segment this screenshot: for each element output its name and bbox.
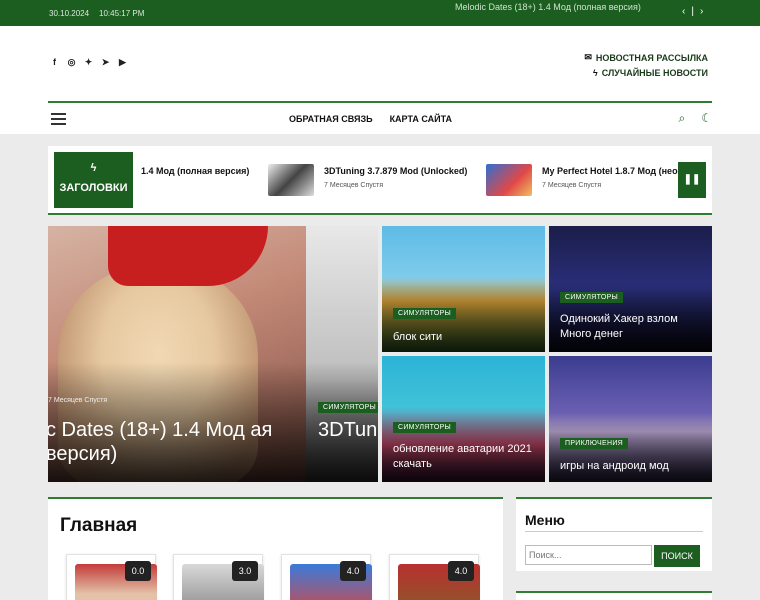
nav-item-feedback[interactable]: ОБРАТНАЯ СВЯЗЬ xyxy=(289,114,373,124)
category-badge[interactable]: СИМУЛЯТОРЫ xyxy=(393,422,457,433)
site-header: f ◎ ✦ ➤ ▶ ✉ НОВОСТНАЯ РАССЫЛКА ϟ СЛУЧАЙН… xyxy=(0,26,760,134)
headline-item[interactable]: My Perfect Hotel 1.8.7 Мод (неог 7 Месяц… xyxy=(486,164,681,196)
post-title[interactable]: блок сити xyxy=(393,330,538,345)
headlines-label: ϟ ЗАГОЛОВКИ xyxy=(54,152,133,208)
post-card[interactable]: ПРИКЛЮЧЕНИЯ игры на андроид мод xyxy=(549,356,712,482)
youtube-icon[interactable]: ▶ xyxy=(118,58,127,67)
featured-title[interactable]: c Dates (18+) 1.4 Мод ая версия) xyxy=(48,418,306,466)
rating-badge: 4.0 xyxy=(448,561,474,581)
post-title[interactable]: игры на андроид мод xyxy=(560,459,705,474)
current-time: 10:45:17 PM xyxy=(99,9,145,18)
game-card[interactable]: 3.0 xyxy=(173,554,264,600)
nav-tools: ⌕ ☾ xyxy=(679,111,713,126)
headline-title: 3DTuning 3.7.879 Mod (Unlocked) xyxy=(324,166,468,176)
hamburger-menu-icon[interactable] xyxy=(51,113,66,125)
random-news-label: СЛУЧАЙНЫЕ НОВОСТИ xyxy=(601,68,708,78)
nav-item-sitemap[interactable]: КАРТА САЙТА xyxy=(390,114,452,124)
headline-title: 1.4 Мод (полная версия) xyxy=(141,166,250,176)
category-badge[interactable]: СИМУЛЯТОРЫ xyxy=(318,402,378,413)
game-card[interactable]: 4.0 xyxy=(281,554,372,600)
category-badge[interactable]: СИМУЛЯТОРЫ xyxy=(393,308,457,319)
newsletter-label: НОВОСТНАЯ РАССЫЛКА xyxy=(595,52,708,63)
social-links: f ◎ ✦ ➤ ▶ xyxy=(50,58,127,67)
main-navigation: ОБРАТНАЯ СВЯЗЬ КАРТА САЙТА ⌕ ☾ xyxy=(48,101,712,134)
featured-title-second[interactable]: 3DTuni (Unloc xyxy=(318,418,378,442)
post-card[interactable]: СИМУЛЯТОРЫ обновление аватарии 2021 скач… xyxy=(382,356,545,482)
twitter-icon[interactable]: ✦ xyxy=(84,58,93,67)
post-card[interactable]: СИМУЛЯТОРЫ блок сити xyxy=(382,226,545,352)
ticker-separator: | xyxy=(691,6,694,17)
ticker-next-button[interactable]: › xyxy=(700,6,703,17)
facebook-icon[interactable]: f xyxy=(50,58,59,67)
telegram-icon[interactable]: ➤ xyxy=(101,58,110,67)
pause-icon[interactable]: ❚❚ xyxy=(678,162,706,198)
ticker-prev-button[interactable]: ‹ xyxy=(682,6,685,17)
sidebar-widget xyxy=(516,591,712,600)
news-ticker-link[interactable]: Melodic Dates (18+) 1.4 Мод (полная верс… xyxy=(455,2,641,12)
rating-badge: 4.0 xyxy=(340,561,366,581)
current-date: 30.10.2024 xyxy=(49,9,90,18)
headline-thumbnail xyxy=(268,164,314,196)
category-badge[interactable]: СИМУЛЯТОРЫ xyxy=(560,292,624,303)
headline-item[interactable]: 1.4 Мод (полная версия) xyxy=(141,164,249,196)
headlines-items: 1.4 Мод (полная версия) 3DTuning 3.7.879… xyxy=(48,164,712,196)
instagram-icon[interactable]: ◎ xyxy=(67,58,76,67)
headline-meta: 7 Месяцев Спустя xyxy=(542,182,602,189)
headline-item[interactable]: 3DTuning 3.7.879 Mod (Unlocked) 7 Месяце… xyxy=(268,164,467,196)
rating-badge: 3.0 xyxy=(232,561,258,581)
post-card[interactable]: СИМУЛЯТОРЫ Одинокий Хакер взлом Много де… xyxy=(549,226,712,352)
dark-mode-moon-icon[interactable]: ☾ xyxy=(701,111,712,126)
sidebar-menu-widget: Меню ПОИСК xyxy=(516,497,712,571)
post-title[interactable]: Одинокий Хакер взлом Много денег xyxy=(560,312,705,342)
post-title[interactable]: обновление аватарии 2021 скачать xyxy=(393,442,538,472)
headlines-ticker: ϟ ЗАГОЛОВКИ 1.4 Мод (полная версия) 3DTu… xyxy=(48,146,712,215)
featured-slider[interactable]: 7 Месяцев Спустя c Dates (18+) 1.4 Мод а… xyxy=(48,226,378,482)
game-card[interactable]: 0.0 xyxy=(66,554,157,600)
sidebar-title: Меню xyxy=(525,512,565,528)
headline-title: My Perfect Hotel 1.8.7 Мод (неог xyxy=(542,166,682,176)
divider xyxy=(525,531,703,532)
search-button[interactable]: ПОИСК xyxy=(654,545,700,567)
headline-meta: 7 Месяцев Спустя xyxy=(324,182,384,189)
game-card[interactable]: 4.0 xyxy=(389,554,480,600)
headline-thumbnail xyxy=(486,164,532,196)
header-links: ✉ НОВОСТНАЯ РАССЫЛКА ϟ СЛУЧАЙНЫЕ НОВОСТИ xyxy=(584,52,708,83)
section-title: Главная xyxy=(60,515,138,536)
search-icon[interactable]: ⌕ xyxy=(679,111,686,126)
rating-badge: 0.0 xyxy=(125,561,151,581)
random-news-link[interactable]: ϟ СЛУЧАЙНЫЕ НОВОСТИ xyxy=(584,68,708,78)
category-badge[interactable]: ПРИКЛЮЧЕНИЯ xyxy=(560,438,629,449)
envelope-icon: ✉ xyxy=(584,52,592,62)
headlines-label-text: ЗАГОЛОВКИ xyxy=(59,182,128,194)
bolt-icon: ϟ xyxy=(592,68,598,78)
newsletter-link[interactable]: ✉ НОВОСТНАЯ РАССЫЛКА xyxy=(584,52,708,63)
bolt-icon: ϟ xyxy=(90,162,97,174)
featured-meta: 7 Месяцев Спустя xyxy=(48,397,108,404)
ticker-nav: ‹ | › xyxy=(682,6,703,17)
nav-menu: ОБРАТНАЯ СВЯЗЬ КАРТА САЙТА xyxy=(289,114,452,124)
search-input[interactable] xyxy=(525,545,652,565)
top-bar: 30.10.2024 10:45:17 PM Melodic Dates (18… xyxy=(0,0,760,26)
main-section: Главная 0.0 3.0 4.0 4.0 xyxy=(48,497,503,600)
